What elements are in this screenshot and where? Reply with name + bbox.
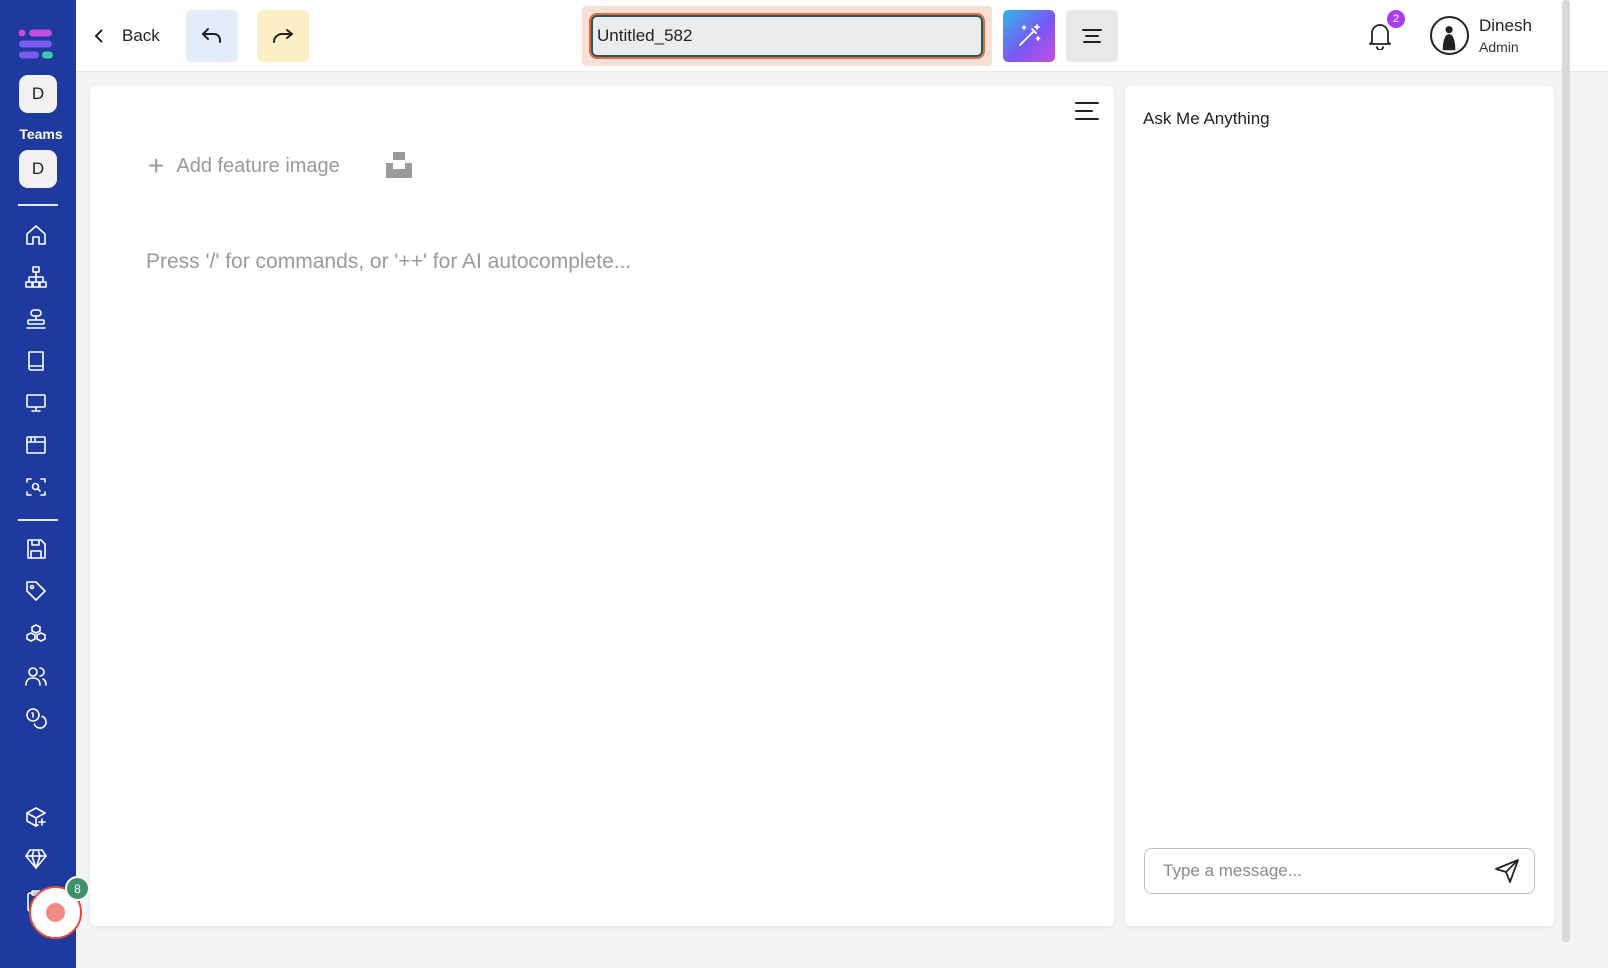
- sidebar-divider: [18, 519, 58, 521]
- save-icon[interactable]: [23, 536, 49, 562]
- send-icon: [1495, 859, 1519, 883]
- sitemap-icon[interactable]: [23, 264, 49, 290]
- add-feature-label: Add feature image: [176, 154, 340, 177]
- chat-message-input[interactable]: [1163, 858, 1483, 884]
- teams-label: Teams: [19, 126, 63, 142]
- stack-icon[interactable]: [23, 306, 49, 332]
- record-dot: [46, 903, 65, 922]
- sidebar: D Teams D 8: [0, 0, 90, 968]
- unsplash-icon[interactable]: [384, 150, 414, 180]
- undo-button[interactable]: [186, 10, 238, 62]
- coins-icon[interactable]: [23, 705, 49, 731]
- team-badge[interactable]: D: [19, 150, 57, 188]
- chat-panel: Ask Me Anything: [1125, 86, 1554, 926]
- document-title-wrapper: [582, 6, 992, 66]
- align-center-icon: [1082, 29, 1102, 43]
- user-name: Dinesh: [1479, 16, 1532, 35]
- app-logo[interactable]: [18, 28, 54, 60]
- diamond-icon[interactable]: [23, 846, 49, 872]
- add-feature-image-button[interactable]: + Add feature image: [148, 152, 340, 180]
- scan-search-icon[interactable]: [23, 474, 49, 500]
- redo-icon: [273, 29, 293, 43]
- tag-icon[interactable]: [23, 578, 49, 604]
- page-scrollbar[interactable]: [1562, 0, 1570, 942]
- notification-count-badge: 2: [1387, 10, 1405, 28]
- sidebar-divider: [18, 204, 58, 206]
- back-button[interactable]: Back: [90, 18, 160, 54]
- avatar[interactable]: [1430, 16, 1469, 55]
- chat-input-container: [1144, 848, 1535, 894]
- top-bar: Back 2 Dinesh Admin: [76, 0, 1608, 72]
- browser-window-icon[interactable]: [23, 432, 49, 458]
- align-left-icon: [1075, 102, 1099, 120]
- editor-menu-button[interactable]: [1074, 100, 1102, 124]
- cubes-icon[interactable]: [23, 621, 49, 647]
- record-count-badge: 8: [65, 876, 90, 901]
- undo-icon: [202, 28, 221, 43]
- align-menu-button[interactable]: [1066, 10, 1118, 62]
- editor-placeholder[interactable]: Press '/' for commands, or '++' for AI a…: [146, 250, 631, 274]
- send-button[interactable]: [1493, 857, 1523, 887]
- chevron-left-icon: [94, 29, 103, 43]
- monitor-icon[interactable]: [23, 390, 49, 416]
- book-icon[interactable]: [23, 348, 49, 374]
- redo-button[interactable]: [257, 10, 309, 62]
- editor-panel[interactable]: + Add feature image Press '/' for comman…: [90, 86, 1114, 926]
- magic-wand-icon: [1019, 24, 1041, 46]
- workspace-badge[interactable]: D: [19, 75, 57, 113]
- ai-magic-button[interactable]: [1003, 10, 1055, 62]
- package-plus-icon[interactable]: [23, 804, 49, 830]
- document-title-input[interactable]: [589, 13, 985, 59]
- plus-icon: +: [148, 150, 165, 181]
- users-icon[interactable]: [23, 663, 49, 689]
- back-label: Back: [122, 26, 160, 45]
- home-icon[interactable]: [23, 222, 49, 248]
- user-role: Admin: [1479, 39, 1519, 55]
- chat-title: Ask Me Anything: [1143, 109, 1270, 128]
